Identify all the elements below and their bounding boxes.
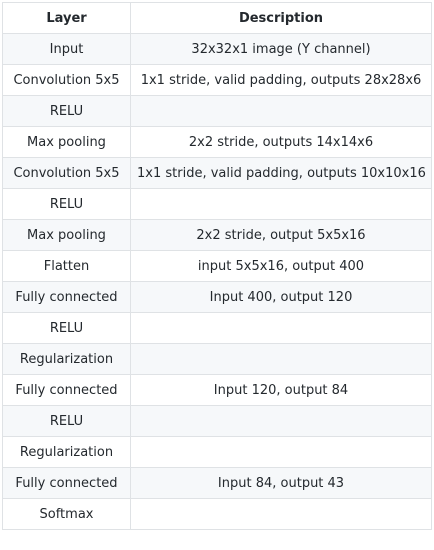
description-cell: Input 84, output 43 [130,467,432,499]
layer-cell: Regularization [2,343,131,375]
table-row: Fully connected Input 84, output 43 [2,467,432,499]
table-row: RELU [2,188,432,220]
layer-cell: RELU [2,188,131,220]
table-row: Input 32x32x1 image (Y channel) [2,33,432,65]
table-row: Softmax [2,498,432,530]
header-layer: Layer [2,2,131,34]
table-row: RELU [2,312,432,344]
layer-table: Layer Description Input 32x32x1 image (Y… [2,2,432,530]
table-row: RELU [2,405,432,437]
table-row: Flatten input 5x5x16, output 400 [2,250,432,282]
description-cell [130,188,432,220]
layer-cell: Convolution 5x5 [2,157,131,189]
description-cell [130,312,432,344]
layer-cell: Convolution 5x5 [2,64,131,96]
layer-table-container: Layer Description Input 32x32x1 image (Y… [2,2,432,530]
description-cell [130,95,432,127]
table-row: Regularization [2,343,432,375]
layer-cell: RELU [2,312,131,344]
table-row: RELU [2,95,432,127]
layer-cell: Fully connected [2,467,131,499]
description-cell: Input 400, output 120 [130,281,432,313]
layer-cell: Max pooling [2,126,131,158]
table-row: Regularization [2,436,432,468]
description-cell: 2x2 stride, output 5x5x16 [130,219,432,251]
description-cell [130,436,432,468]
layer-cell: RELU [2,405,131,437]
layer-cell: Fully connected [2,374,131,406]
table-row: Fully connected Input 400, output 120 [2,281,432,313]
description-cell [130,405,432,437]
description-cell: 1x1 stride, valid padding, outputs 10x10… [130,157,432,189]
layer-cell: RELU [2,95,131,127]
header-description: Description [130,2,432,34]
layer-cell: Regularization [2,436,131,468]
table-row: Max pooling 2x2 stride, output 5x5x16 [2,219,432,251]
table-header-row: Layer Description [2,2,432,34]
table-row: Convolution 5x5 1x1 stride, valid paddin… [2,64,432,96]
description-cell: 2x2 stride, outputs 14x14x6 [130,126,432,158]
layer-cell: Max pooling [2,219,131,251]
layer-cell: Flatten [2,250,131,282]
description-cell [130,498,432,530]
table-row: Fully connected Input 120, output 84 [2,374,432,406]
description-cell: 1x1 stride, valid padding, outputs 28x28… [130,64,432,96]
description-cell [130,343,432,375]
description-cell: 32x32x1 image (Y channel) [130,33,432,65]
layer-cell: Fully connected [2,281,131,313]
layer-cell: Input [2,33,131,65]
layer-cell: Softmax [2,498,131,530]
description-cell: Input 120, output 84 [130,374,432,406]
table-row: Convolution 5x5 1x1 stride, valid paddin… [2,157,432,189]
table-row: Max pooling 2x2 stride, outputs 14x14x6 [2,126,432,158]
description-cell: input 5x5x16, output 400 [130,250,432,282]
